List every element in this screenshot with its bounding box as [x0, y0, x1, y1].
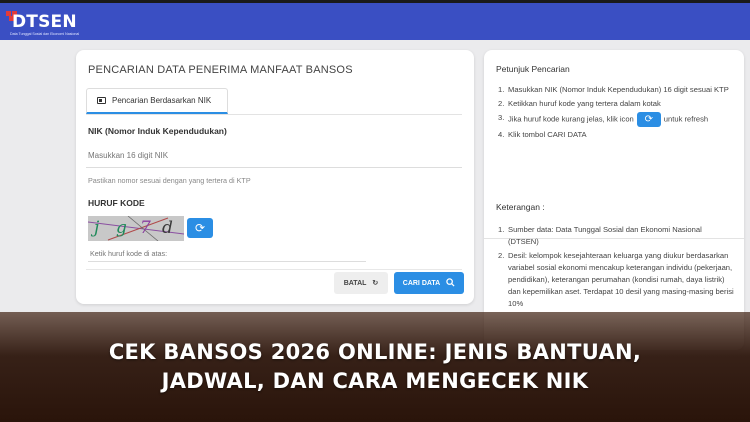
keterangan-list: 1. Sumber data: Data Tunggal Sosial dan E… — [498, 224, 734, 312]
app-header: DTSEN Data Tunggal Sosial dan Ekonomi Na… — [0, 0, 750, 40]
kode-label: HURUF KODE — [88, 198, 145, 208]
list-item: 2. Desil: kelompok kesejahteraan keluarga… — [498, 251, 734, 308]
petunjuk-title: Petunjuk Pencarian — [496, 64, 570, 74]
list-item: 4. Klik tombol CARI DATA — [498, 130, 587, 139]
list-item: 1. Sumber data: Data Tunggal Sosial dan E… — [498, 225, 702, 246]
reset-icon: ↻ — [372, 280, 379, 287]
refresh-icon: ⟳ — [636, 112, 661, 127]
headline-line-1: CEK BANSOS 2026 ONLINE: JENIS BANTUAN, — [108, 340, 642, 364]
headline-line-2: JADWAL, DAN CARA MENGECEK NIK — [161, 369, 589, 393]
captcha-char: d — [162, 218, 173, 238]
refresh-captcha-button[interactable]: ⟳ — [187, 218, 213, 238]
refresh-icon: ⟳ — [194, 221, 206, 235]
tab-label: Pencarian Berdasarkan NIK — [112, 96, 212, 105]
captcha-char: j — [94, 218, 100, 238]
kode-input[interactable] — [88, 246, 366, 262]
keterangan-title: Keterangan : — [496, 202, 545, 212]
search-form-card: PENCARIAN DATA PENERIMA MANFAAT BANSOS P… — [76, 50, 474, 304]
instructions-card: Petunjuk Pencarian 1. Masukkan NIK (Nomor… — [484, 50, 744, 350]
tab-search-by-nik[interactable]: Pencarian Berdasarkan NIK — [86, 88, 228, 114]
list-item: 3. Jika huruf kode kurang jelas, klik ico… — [498, 112, 734, 127]
tab-divider — [86, 114, 462, 115]
nik-label: NIK (Nomor Induk Kependudukan) — [88, 126, 227, 136]
captcha-image: j g 7 d — [88, 216, 184, 241]
logo-subtext: Data Tunggal Sosial dan Ekonomi Nasional — [10, 32, 80, 36]
id-card-icon — [97, 97, 106, 104]
list-item: 1. Masukkan NIK (Nomor Induk Kependudukan… — [498, 85, 729, 94]
nik-help-text: Pastikan nomor sesuai dengan yang terter… — [88, 176, 251, 185]
list-item: 2. Ketikkan huruf kode yang tertera dalam… — [498, 99, 661, 108]
form-divider — [86, 269, 462, 270]
cari-label: CARI DATA — [402, 279, 441, 287]
search-icon — [446, 277, 455, 289]
captcha-char: g — [116, 218, 127, 238]
dtsen-logo[interactable]: DTSEN Data Tunggal Sosial dan Ekonomi Na… — [6, 9, 84, 39]
cari-data-button[interactable]: CARI DATA — [394, 272, 464, 294]
batal-label: BATAL — [343, 279, 367, 287]
captcha-char: 7 — [140, 218, 151, 238]
logo-text: DTSEN — [12, 12, 77, 32]
batal-button[interactable]: BATAL ↻ — [334, 272, 388, 294]
headline-banner: CEK BANSOS 2026 ONLINE: JENIS BANTUAN, J… — [0, 312, 750, 422]
nik-input[interactable] — [86, 144, 462, 168]
form-title: PENCARIAN DATA PENERIMA MANFAAT BANSOS — [88, 64, 353, 76]
petunjuk-list: 1. Masukkan NIK (Nomor Induk Kependudukan… — [498, 84, 734, 143]
